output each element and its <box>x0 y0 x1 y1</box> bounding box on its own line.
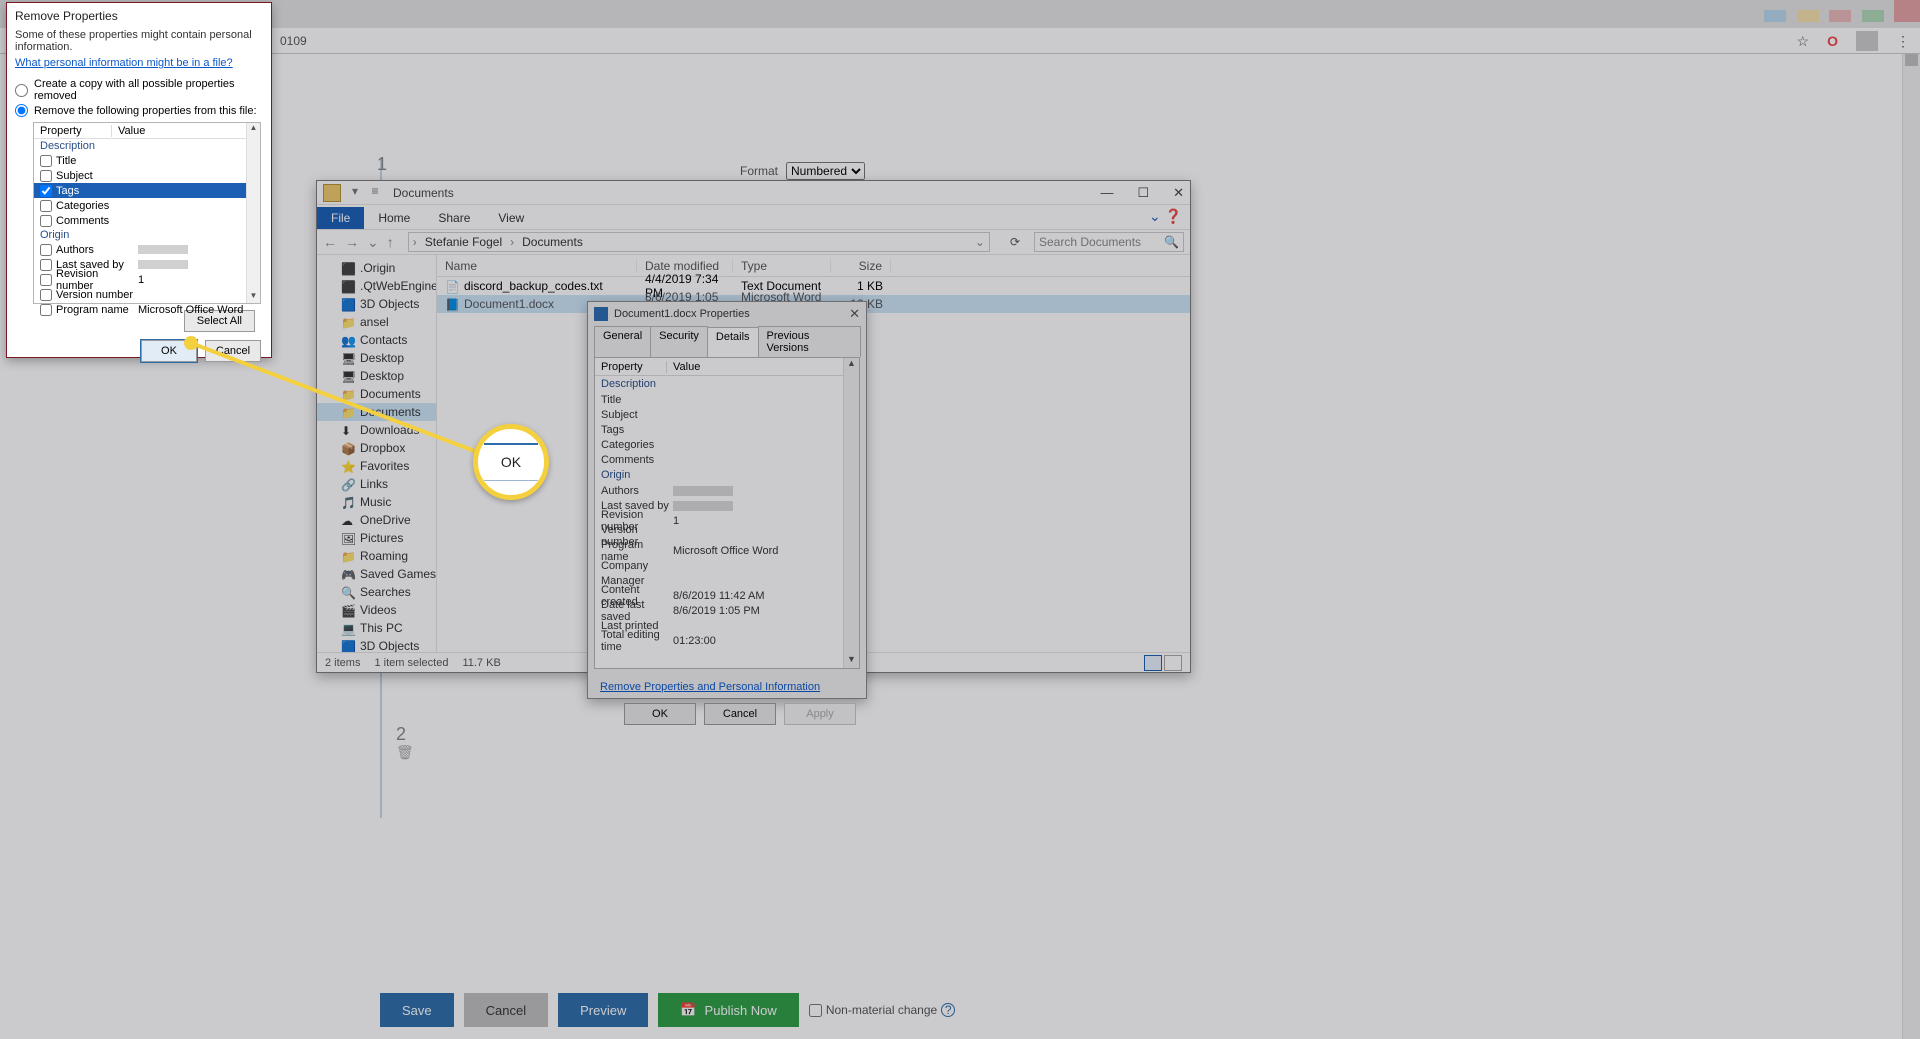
highlight-dot <box>184 336 198 350</box>
spotlight: OK <box>473 424 549 500</box>
